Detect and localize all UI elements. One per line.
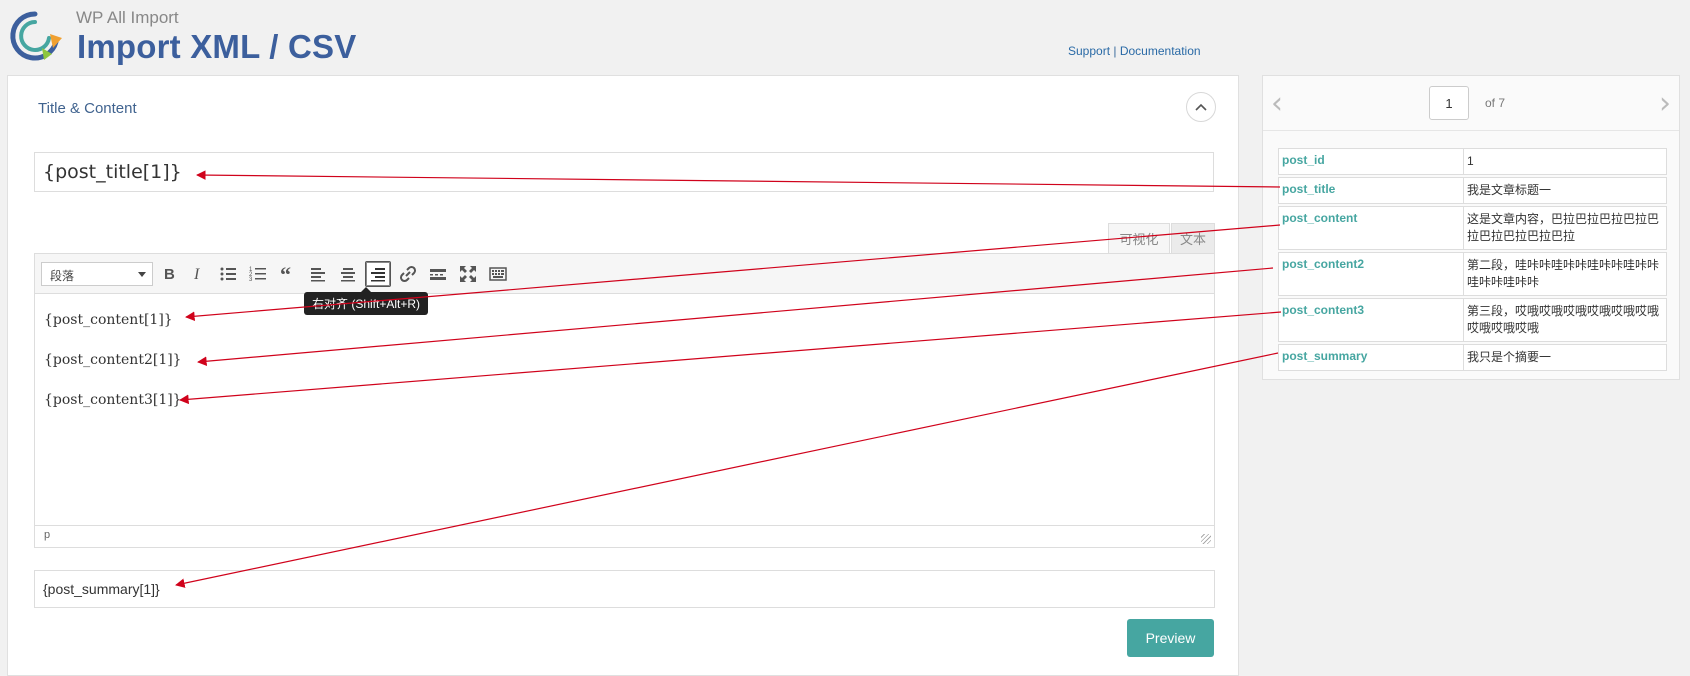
svg-text:B: B	[164, 266, 175, 283]
numbered-list-button[interactable]: 123	[245, 261, 271, 287]
fullscreen-button[interactable]	[455, 261, 481, 287]
quote-icon: “	[280, 265, 291, 283]
align-center-icon	[341, 268, 355, 282]
collapse-button[interactable]	[1186, 92, 1216, 122]
element-path[interactable]: p	[44, 529, 50, 541]
content-editor: 段落 B I 123 “ {post_content[1]} {post_con…	[34, 253, 1215, 548]
record-row: post_id 1	[1278, 148, 1667, 175]
insert-link-button[interactable]	[395, 261, 421, 287]
numbered-list-icon: 123	[249, 267, 266, 283]
svg-text:3: 3	[249, 277, 253, 283]
prev-record-icon[interactable]: ‹	[1271, 86, 1283, 121]
resize-handle-icon[interactable]	[1201, 534, 1211, 544]
record-nav-bar: ‹ 1 of 7 ›	[1263, 76, 1679, 131]
format-select-value: 段落	[50, 269, 75, 283]
svg-text:I: I	[193, 266, 200, 283]
italic-icon: I	[193, 266, 200, 283]
bullet-list-icon	[220, 267, 236, 281]
preview-button[interactable]: Preview	[1127, 619, 1214, 657]
editor-status-bar: p	[35, 525, 1214, 547]
align-center-button[interactable]	[335, 261, 361, 287]
record-value: 第三段，哎哦哎哦哎哦哎哦哎哦哎哦哎哦哎哦哎哦	[1467, 304, 1660, 335]
italic-button[interactable]: I	[185, 261, 211, 287]
record-row: post_title 我是文章标题一	[1278, 177, 1667, 204]
post-title-input[interactable]: {post_title[1]}	[34, 152, 1214, 192]
chevron-up-icon	[1195, 103, 1207, 111]
record-row: post_content2 第二段，哇咔咔哇咔咔哇咔咔哇咔咔哇咔咔哇咔咔	[1278, 252, 1667, 296]
align-right-button[interactable]	[365, 261, 391, 287]
record-row: post_content3 第三段，哎哦哎哦哎哦哎哦哎哦哎哦哎哦哎哦哎哦	[1278, 298, 1667, 342]
record-key[interactable]: post_content2	[1279, 253, 1464, 295]
record-value: 我只是个摘要一	[1467, 350, 1552, 364]
section-title: Title & Content	[38, 100, 137, 117]
align-right-icon	[371, 268, 385, 282]
page-title: Import XML / CSV	[77, 28, 357, 65]
fullscreen-icon	[460, 266, 476, 282]
bold-button[interactable]: B	[156, 261, 182, 287]
support-link[interactable]: Support	[1068, 44, 1110, 58]
record-key[interactable]: post_title	[1279, 178, 1464, 203]
help-links: Support | Documentation	[1068, 44, 1201, 58]
align-left-icon	[311, 268, 325, 282]
next-record-icon[interactable]: ›	[1659, 86, 1671, 121]
app-name: WP All Import	[76, 8, 179, 27]
record-page-input[interactable]: 1	[1429, 86, 1469, 120]
record-value: 1	[1467, 154, 1474, 168]
tab-visual[interactable]: 可视化	[1108, 223, 1170, 253]
title-content-panel: Title & Content {post_title[1]} 可视化 文本 段…	[7, 75, 1239, 676]
wp-all-import-logo-icon	[6, 8, 64, 64]
record-row: post_summary 我只是个摘要一	[1278, 344, 1667, 371]
content-line-3: {post_content3[1]}	[44, 392, 182, 408]
dropdown-caret-icon	[138, 272, 146, 277]
record-value: 这是文章内容，巴拉巴拉巴拉巴拉巴拉巴拉巴拉巴拉巴拉	[1467, 212, 1660, 243]
record-row: post_content 这是文章内容，巴拉巴拉巴拉巴拉巴拉巴拉巴拉巴拉巴拉	[1278, 206, 1667, 250]
format-select[interactable]: 段落	[41, 262, 153, 286]
link-icon	[399, 265, 417, 283]
record-value: 第二段，哇咔咔哇咔咔哇咔咔哇咔咔哇咔咔哇咔咔	[1467, 258, 1660, 289]
toolbar-toggle-button[interactable]	[485, 261, 511, 287]
bullet-list-button[interactable]	[215, 261, 241, 287]
content-line-1: {post_content[1]}	[44, 312, 173, 328]
svg-text:“: “	[280, 265, 291, 283]
post-summary-input[interactable]: {post_summary[1]}	[34, 570, 1215, 608]
record-key[interactable]: post_id	[1279, 149, 1464, 174]
read-more-button[interactable]	[425, 261, 451, 287]
keyboard-icon	[489, 267, 507, 281]
record-key[interactable]: post_content3	[1279, 299, 1464, 341]
editor-toolbar: 段落 B I 123 “	[35, 254, 1214, 294]
documentation-link[interactable]: Documentation	[1120, 44, 1201, 58]
record-value: 我是文章标题一	[1467, 183, 1552, 197]
editor-content-area[interactable]: {post_content[1]} {post_content2[1]} {po…	[35, 294, 1214, 526]
record-table: post_id 1 post_title 我是文章标题一 post_conten…	[1278, 148, 1667, 373]
align-left-button[interactable]	[305, 261, 331, 287]
content-line-2: {post_content2[1]}	[44, 352, 182, 368]
link-separator: |	[1113, 44, 1117, 58]
blockquote-button[interactable]: “	[275, 261, 301, 287]
record-key[interactable]: post_summary	[1279, 345, 1464, 370]
record-preview-panel: ‹ 1 of 7 › post_id 1 post_title 我是文章标题一 …	[1262, 75, 1680, 380]
bold-icon: B	[164, 266, 175, 283]
record-page-count: of 7	[1485, 96, 1506, 110]
record-key[interactable]: post_content	[1279, 207, 1464, 249]
align-right-tooltip: 右对齐 (Shift+Alt+R)	[304, 287, 429, 315]
tab-text[interactable]: 文本	[1171, 223, 1215, 253]
read-more-icon	[430, 269, 446, 280]
